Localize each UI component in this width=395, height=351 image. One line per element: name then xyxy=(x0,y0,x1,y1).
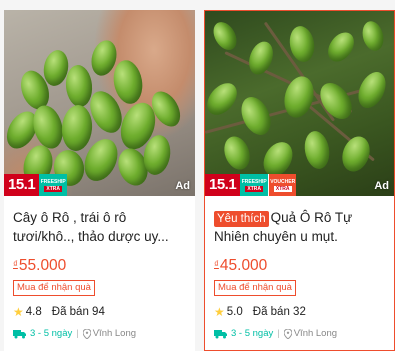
freeship-badge: FREESHIP XTRA xyxy=(39,174,68,196)
product-photo xyxy=(4,10,195,196)
location-pin-icon xyxy=(283,329,292,339)
voucher-badge: VOUCHER XTRA xyxy=(268,174,297,196)
location-pin-icon xyxy=(82,329,91,339)
product-image[interactable]: 15.1 FREESHIP XTRA VOUCHER XTRA Ad xyxy=(205,11,394,196)
sold-count: Đã bán 94 xyxy=(51,306,105,318)
truck-icon xyxy=(214,330,227,339)
shipping-info: 3 - 5 ngày | Vĩnh Long xyxy=(13,327,186,341)
freeship-badge: FREESHIP XTRA xyxy=(240,174,269,196)
gift-promo-tag: Mua để nhận quà xyxy=(214,280,296,296)
shipping-days: 3 - 5 ngày xyxy=(30,328,73,339)
separator: | xyxy=(277,328,280,339)
rating-value: 4.8 xyxy=(25,306,42,318)
gift-promo-tag: Mua để nhận quà xyxy=(13,280,95,296)
promo-badges: 15.1 FREESHIP XTRA xyxy=(4,174,68,196)
rating-value: 5.0 xyxy=(226,306,243,318)
ad-label: Ad xyxy=(175,180,190,192)
truck-icon xyxy=(13,330,26,339)
ad-label: Ad xyxy=(374,180,389,192)
product-title[interactable]: Yêu thích Quả Ô Rô Tự Nhiên chuyên u mụt. xyxy=(214,208,385,246)
star-icon: ★ xyxy=(214,305,225,319)
favorite-tag: Yêu thích xyxy=(214,211,269,227)
product-grid: 15.1 FREESHIP XTRA Ad Cây ô Rô , trái ô … xyxy=(0,0,395,351)
product-stats: ★ 4.8 Đã bán 94 xyxy=(13,304,186,320)
sale-badge: 15.1 xyxy=(205,174,241,196)
sale-badge: 15.1 xyxy=(4,174,40,196)
seller-location: Vĩnh Long xyxy=(92,328,137,339)
sold-count: Đã bán 32 xyxy=(252,306,306,318)
product-card[interactable]: 15.1 FREESHIP XTRA VOUCHER XTRA Ad Yêu t… xyxy=(204,10,395,351)
product-photo xyxy=(205,11,394,196)
seller-location: Vĩnh Long xyxy=(293,328,338,339)
product-title[interactable]: Cây ô Rô , trái ô rô tươi/khô.., thảo dư… xyxy=(13,208,186,246)
shipping-info: 3 - 5 ngày | Vĩnh Long xyxy=(214,327,385,341)
promo-badges: 15.1 FREESHIP XTRA VOUCHER XTRA xyxy=(205,174,297,196)
product-image[interactable]: 15.1 FREESHIP XTRA Ad xyxy=(4,10,195,196)
separator: | xyxy=(76,328,79,339)
product-price: ₫55.000 xyxy=(13,257,67,274)
product-stats: ★ 5.0 Đã bán 32 xyxy=(214,304,385,320)
product-card[interactable]: 15.1 FREESHIP XTRA Ad Cây ô Rô , trái ô … xyxy=(4,10,195,351)
star-icon: ★ xyxy=(13,305,24,319)
product-price: ₫45.000 xyxy=(214,257,268,274)
shipping-days: 3 - 5 ngày xyxy=(231,328,274,339)
